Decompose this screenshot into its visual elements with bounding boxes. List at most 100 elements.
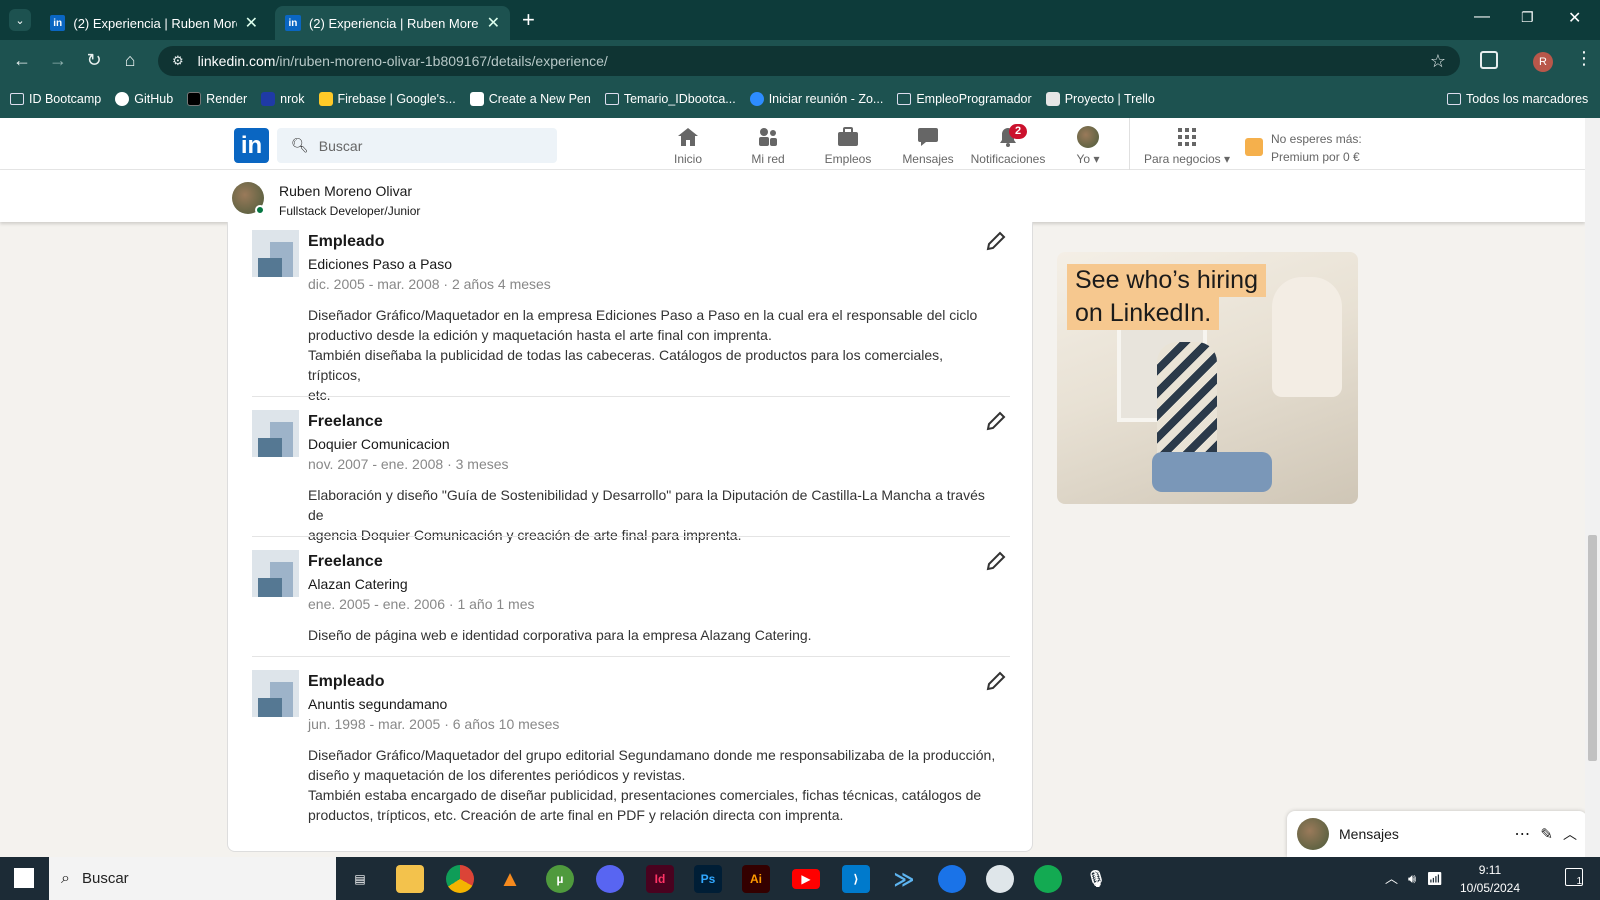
bookmark-nrok[interactable]: nrok xyxy=(261,92,305,106)
experience-dates: nov. 2007 - ene. 2008 · 3 meses xyxy=(308,456,509,472)
nav-for-business[interactable]: Para negocios ▾ xyxy=(1142,126,1232,166)
briefcase-icon xyxy=(808,126,888,148)
url-path: /in/ruben-moreno-olivar-1b809167/details… xyxy=(275,53,608,69)
messaging-overlay[interactable]: Mensajes ⋯ ✎ ︿ xyxy=(1287,811,1587,857)
network-icon xyxy=(728,126,808,148)
photoshop-icon[interactable]: Ps xyxy=(694,865,722,893)
experience-company: Ediciones Paso a Paso xyxy=(308,256,452,272)
divider xyxy=(252,536,1010,537)
bookmark-empleoprogramador[interactable]: EmpleoProgramador xyxy=(897,92,1032,106)
browser-menu-icon[interactable]: ⋮ xyxy=(1575,48,1593,69)
linkedin-logo[interactable]: in xyxy=(234,128,269,163)
search-icon: 🔍︎ xyxy=(291,137,309,153)
edit-pencil-icon[interactable] xyxy=(984,409,1008,433)
illustrator-icon[interactable]: Ai xyxy=(742,865,770,893)
bookmark-temario[interactable]: Temario_IDbootca... xyxy=(604,92,736,106)
close-window-icon[interactable]: ✕ xyxy=(1568,8,1581,28)
edit-pencil-icon[interactable] xyxy=(984,549,1008,573)
ad-headline-line1: See who’s hiring xyxy=(1067,264,1266,297)
nav-jobs[interactable]: Empleos xyxy=(808,126,888,166)
close-tab-icon[interactable]: ✕ xyxy=(245,13,258,33)
experience-description: Diseñador Gráfico/Maquetador en la empre… xyxy=(308,307,978,403)
reload-icon[interactable]: ↻ xyxy=(82,50,106,71)
notification-center-icon[interactable]: 1 xyxy=(1565,868,1583,887)
youtube-icon[interactable]: ▶ xyxy=(792,869,820,889)
indesign-icon[interactable]: Id xyxy=(646,865,674,893)
system-tray[interactable]: ︿🔊︎📶︎ xyxy=(1385,868,1453,887)
browser-tab-1[interactable]: in (2) Experiencia | Ruben Moreno ✕ xyxy=(40,6,268,40)
bookmark-github[interactable]: GitHub xyxy=(115,92,173,106)
home-button-icon[interactable]: ⌂ xyxy=(118,50,142,71)
bookmark-render[interactable]: Render xyxy=(187,92,247,106)
premium-upsell-link[interactable]: No esperes más: Premium por 0 € xyxy=(1271,130,1381,166)
grid-icon xyxy=(1142,126,1232,148)
bell-icon xyxy=(968,126,1048,148)
company-logo[interactable] xyxy=(252,550,299,597)
new-tab-button[interactable]: + xyxy=(522,7,535,33)
nav-notifications[interactable]: Notificaciones xyxy=(968,126,1048,166)
minimize-window-icon[interactable]: — xyxy=(1474,8,1490,26)
vscode-icon[interactable]: ⟩ xyxy=(842,865,870,893)
site-info-icon[interactable]: ⚙ xyxy=(172,53,184,69)
company-logo[interactable] xyxy=(252,670,299,717)
edit-pencil-icon[interactable] xyxy=(984,229,1008,253)
bookmark-id-bootcamp[interactable]: ID Bootcamp xyxy=(10,92,101,106)
windows-start-icon[interactable] xyxy=(14,868,34,888)
restore-window-icon[interactable]: ❐ xyxy=(1521,9,1534,26)
compose-icon[interactable]: ✎ xyxy=(1540,825,1553,843)
bookmark-codepen[interactable]: Create a New Pen xyxy=(469,92,591,106)
nav-home[interactable]: Inicio xyxy=(648,126,728,166)
profile-avatar-button[interactable]: R xyxy=(1533,52,1553,72)
avatar-icon xyxy=(1077,126,1099,148)
bookmark-zoom[interactable]: Iniciar reunión - Zo... xyxy=(749,92,883,106)
experience-company: Doquier Comunicacion xyxy=(308,436,450,452)
close-tab-icon[interactable]: ✕ xyxy=(487,13,500,33)
edit-pencil-icon[interactable] xyxy=(984,669,1008,693)
maps-icon[interactable] xyxy=(938,865,966,893)
premium-icon xyxy=(1245,138,1263,156)
company-logo[interactable] xyxy=(252,230,299,277)
back-arrow-icon[interactable]: ← xyxy=(10,50,34,71)
ad-headline-line2: on LinkedIn. xyxy=(1067,297,1220,330)
mongodb-icon[interactable] xyxy=(1034,865,1062,893)
more-options-icon[interactable]: ⋯ xyxy=(1514,824,1530,844)
taskbar-search[interactable]: ⌕ Buscar xyxy=(49,857,336,900)
address-bar[interactable]: ⚙ linkedin.com/in/ruben-moreno-olivar-1b… xyxy=(158,46,1460,76)
nav-me[interactable]: Yo ▾ xyxy=(1048,126,1128,166)
nav-messaging[interactable]: Mensajes xyxy=(888,126,968,166)
home-icon xyxy=(648,126,728,148)
task-view-icon[interactable]: ▤ xyxy=(346,865,374,893)
company-logo[interactable] xyxy=(252,410,299,457)
profile-headline: Fullstack Developer/Junior xyxy=(279,204,421,218)
bookmark-trello[interactable]: Proyecto | Trello xyxy=(1045,92,1155,106)
file-explorer-icon[interactable] xyxy=(396,865,424,893)
taskbar-clock[interactable]: 9:11 10/05/2024 xyxy=(1450,861,1530,897)
messaging-icon xyxy=(888,126,968,148)
nav-my-network[interactable]: Mi red xyxy=(728,126,808,166)
vlc-icon[interactable]: ▲ xyxy=(496,865,524,893)
microphone-icon[interactable]: 🎙︎ xyxy=(1082,865,1110,893)
browser-tab-2[interactable]: in (2) Experiencia | Ruben Moreno ✕ xyxy=(275,6,510,40)
folder-icon xyxy=(10,93,24,105)
utorrent-icon[interactable]: µ xyxy=(546,865,574,893)
profile-name[interactable]: Ruben Moreno Olivar xyxy=(279,183,412,199)
bookmark-firebase[interactable]: Firebase | Google's... xyxy=(318,92,456,106)
firebase-icon xyxy=(318,92,333,106)
divider xyxy=(252,656,1010,657)
experience-description: Diseño de página web e identidad corpora… xyxy=(308,627,812,643)
tab-search-button[interactable]: ⌄ xyxy=(9,9,31,31)
search-input[interactable]: 🔍︎ Buscar xyxy=(277,128,557,163)
advertisement-banner[interactable]: See who’s hiring on LinkedIn. xyxy=(1057,252,1358,504)
extensions-icon[interactable] xyxy=(1480,51,1498,69)
discord-icon[interactable] xyxy=(596,865,624,893)
chevron-up-icon[interactable]: ︿ xyxy=(1563,824,1577,844)
scrollbar-thumb[interactable] xyxy=(1588,535,1597,761)
game-icon[interactable] xyxy=(986,865,1014,893)
all-bookmarks-folder[interactable]: Todos los marcadores xyxy=(1447,92,1588,106)
search-icon: ⌕ xyxy=(61,869,70,887)
chrome-icon[interactable] xyxy=(446,865,474,893)
powershell-icon[interactable]: ≫ xyxy=(890,865,918,893)
forward-arrow-icon[interactable]: → xyxy=(46,50,70,71)
bookmarks-bar: ID Bootcamp GitHub Render nrok Firebase … xyxy=(0,80,1600,118)
bookmark-star-icon[interactable]: ☆ xyxy=(1430,51,1446,72)
